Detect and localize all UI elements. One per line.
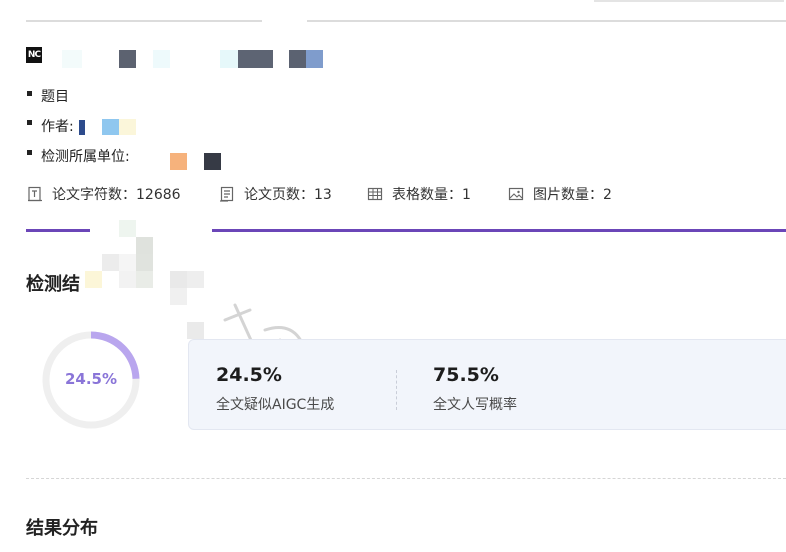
result-summary-card: 24.5% 全文疑似AIGC生成 75.5% 全文人写概率 — [188, 339, 786, 430]
bullet-marker — [27, 91, 32, 96]
card-divider — [396, 370, 397, 410]
bullet-marker — [27, 150, 32, 155]
char-count-text: 论文字符数：12686 — [52, 187, 181, 203]
pages-icon — [220, 186, 234, 202]
section-divider — [26, 478, 786, 479]
top-rule-right — [307, 20, 786, 22]
image-icon — [508, 187, 524, 201]
aigc-label: 全文疑似AIGC生成 — [216, 397, 335, 413]
section-accent-line-left — [26, 229, 90, 232]
ring-percent-label: 24.5% — [64, 370, 118, 388]
human-value: 75.5% — [433, 364, 499, 386]
table-count-text: 表格数量：1 — [392, 187, 471, 203]
document-icon — [28, 186, 42, 202]
result-section-title: 检测结 — [26, 274, 80, 295]
title-label: 题目 — [41, 89, 69, 105]
image-count-text: 图片数量：2 — [533, 187, 612, 203]
distribution-section-title: 结果分布 — [26, 518, 98, 539]
top-right-edge — [594, 0, 784, 2]
author-label: 作者: — [41, 119, 74, 135]
table-count-stat: 表格数量：1 — [367, 184, 471, 204]
page-count-stat: 论文页数：13 — [219, 184, 332, 204]
section-accent-line-right — [212, 229, 786, 232]
page-count-text: 论文页数：13 — [244, 187, 332, 203]
table-icon — [367, 187, 383, 201]
char-count-stat: 论文字符数：12686 — [27, 184, 181, 204]
image-count-stat: 图片数量：2 — [508, 184, 612, 204]
aigc-value: 24.5% — [216, 364, 282, 386]
bullet-marker — [27, 120, 32, 125]
report-logo: NC — [26, 47, 42, 63]
institution-label: 检测所属单位: — [41, 149, 130, 165]
top-rule-left — [26, 20, 262, 22]
human-label: 全文人写概率 — [433, 397, 517, 413]
